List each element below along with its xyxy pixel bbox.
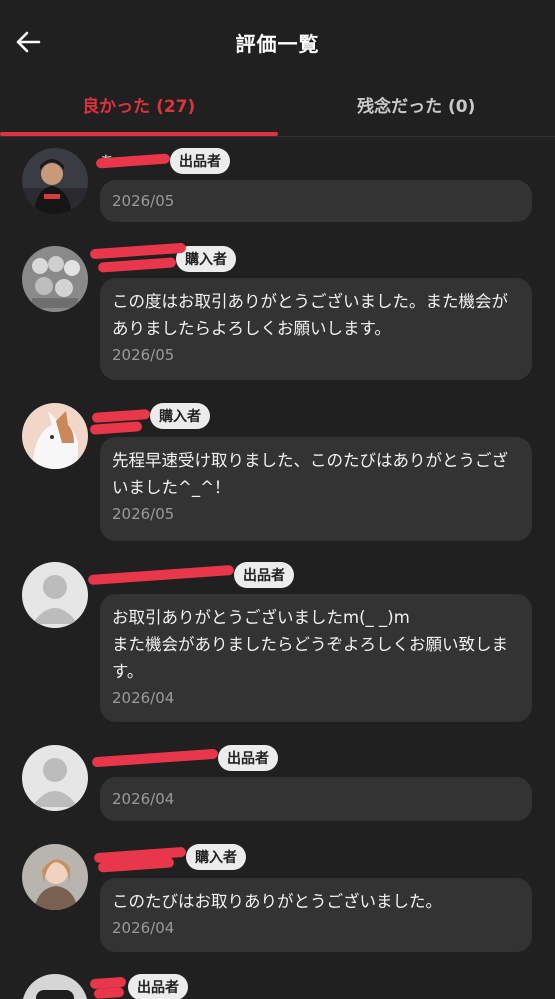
comment-bubble: このたびはお取りありがとうございました。 2026/04 xyxy=(100,878,532,952)
role-badge: 購入者 xyxy=(150,403,210,429)
avatar xyxy=(22,246,88,312)
reviewer-row: 購入者 xyxy=(89,403,210,435)
dark-photo-icon xyxy=(22,974,88,999)
avatar xyxy=(22,148,88,214)
role-badge: 出品者 xyxy=(170,148,230,174)
app-screen: 評価一覧 良かった (27) 残念だった (0) あ 出品者 2026/05 xyxy=(0,0,555,999)
avatar xyxy=(22,974,88,999)
redaction-mark xyxy=(93,986,125,999)
redaction-mark xyxy=(91,748,219,768)
default-avatar-icon xyxy=(22,562,88,628)
cat-photo-icon xyxy=(22,403,88,469)
arrow-left-icon xyxy=(16,31,41,53)
review-date: 2026/05 xyxy=(112,346,175,364)
tab-good[interactable]: 良かった (27) xyxy=(0,76,278,136)
role-badge: 出品者 xyxy=(128,974,188,999)
review-date: 2026/05 xyxy=(112,505,175,523)
comment-bubble: この度はお取引ありがとうございました。また機会がありましたらよろしくお願いします… xyxy=(100,278,532,380)
review-date: 2026/04 xyxy=(112,790,175,808)
review-date: 2026/05 xyxy=(112,192,175,210)
person-photo-icon xyxy=(22,148,88,214)
comment-bubble: 2026/04 xyxy=(100,777,532,821)
person-photo-icon xyxy=(22,844,88,910)
redaction-mark xyxy=(91,408,151,424)
review-comment: 先程早速受け取りました、このたびはありがとうございました^_^！ xyxy=(112,451,508,497)
comment-bubble: 先程早速受け取りました、このたびはありがとうございました^_^！ 2026/05 xyxy=(100,437,532,541)
avatar xyxy=(22,562,88,628)
objects-photo-icon xyxy=(22,246,88,312)
role-badge: 出品者 xyxy=(218,745,278,771)
avatar xyxy=(22,745,88,811)
comment-bubble: 2026/05 xyxy=(100,180,532,222)
reviewer-row: 出品者 xyxy=(87,562,294,588)
comment-bubble: お取引ありがとうございましたm(_ _)m また機会がありましたらどうぞよろしく… xyxy=(100,594,532,722)
redaction-mark xyxy=(89,421,143,435)
default-avatar-icon xyxy=(22,745,88,811)
review-date: 2026/04 xyxy=(112,689,175,707)
reviewer-row: あ 出品者 xyxy=(95,148,230,174)
redaction-mark xyxy=(97,257,177,273)
tab-bad[interactable]: 残念だった (0) xyxy=(278,76,555,133)
tab-bar: 良かった (27) 残念だった (0) xyxy=(0,76,555,137)
back-button[interactable] xyxy=(12,26,44,58)
reviewer-row: 購入者 xyxy=(89,242,236,273)
reviewer-row: 出品者 xyxy=(89,974,188,999)
role-badge: 出品者 xyxy=(234,562,294,588)
page-title: 評価一覧 xyxy=(235,31,320,56)
role-badge: 購入者 xyxy=(186,844,246,870)
review-comment: この度はお取引ありがとうございました。また機会がありましたらよろしくお願いします… xyxy=(112,292,508,338)
review-date: 2026/04 xyxy=(112,919,175,937)
redaction-mark xyxy=(87,564,235,586)
review-comment: お取引ありがとうございましたm(_ _)m また機会がありましたらどうぞよろしく… xyxy=(112,608,508,681)
reviewer-row: 購入者 xyxy=(93,844,246,873)
avatar xyxy=(22,403,88,469)
reviewer-row: 出品者 xyxy=(91,745,278,771)
avatar xyxy=(22,844,88,910)
header: 評価一覧 xyxy=(0,0,555,86)
review-comment: このたびはお取りありがとうございました。 xyxy=(112,892,442,911)
